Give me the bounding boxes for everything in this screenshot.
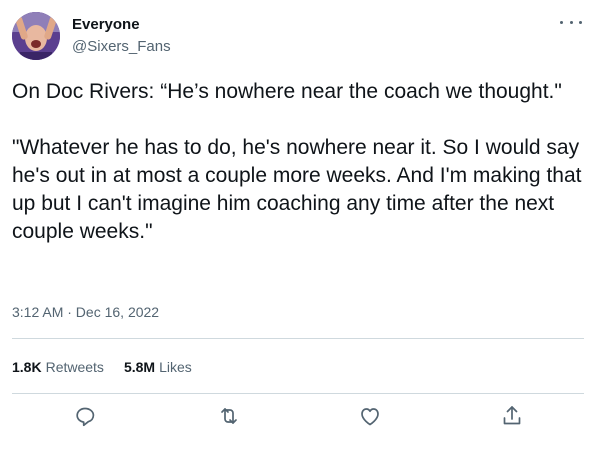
heart-icon[interactable]	[358, 404, 382, 428]
likes-stat[interactable]: 5.8M Likes	[124, 359, 192, 375]
tweet-timestamp[interactable]: 3:12 AM · Dec 16, 2022	[12, 304, 159, 320]
likes-label: Likes	[159, 359, 192, 375]
retweets-label: Retweets	[45, 359, 104, 375]
display-name[interactable]: Everyone	[72, 16, 140, 33]
user-handle[interactable]: @Sixers_Fans	[72, 38, 171, 55]
likes-count: 5.8M	[123, 359, 156, 375]
tweet-card: Everyone @Sixers_Fans On Doc Rivers: “He…	[0, 0, 596, 454]
reply-icon[interactable]	[73, 404, 97, 428]
action-bar	[0, 404, 596, 428]
divider	[12, 393, 584, 394]
avatar[interactable]	[12, 12, 60, 60]
divider	[12, 338, 584, 339]
share-icon[interactable]	[500, 404, 524, 428]
more-icon[interactable]	[560, 14, 582, 30]
engagement-stats: 1.8K Retweets 5.8M Likes	[12, 359, 192, 375]
retweets-stat[interactable]: 1.8K Retweets	[12, 359, 104, 375]
tweet-text: On Doc Rivers: “He’s nowhere near the co…	[12, 80, 582, 243]
retweets-count: 1.8K	[12, 359, 42, 375]
retweet-icon[interactable]	[217, 404, 241, 428]
